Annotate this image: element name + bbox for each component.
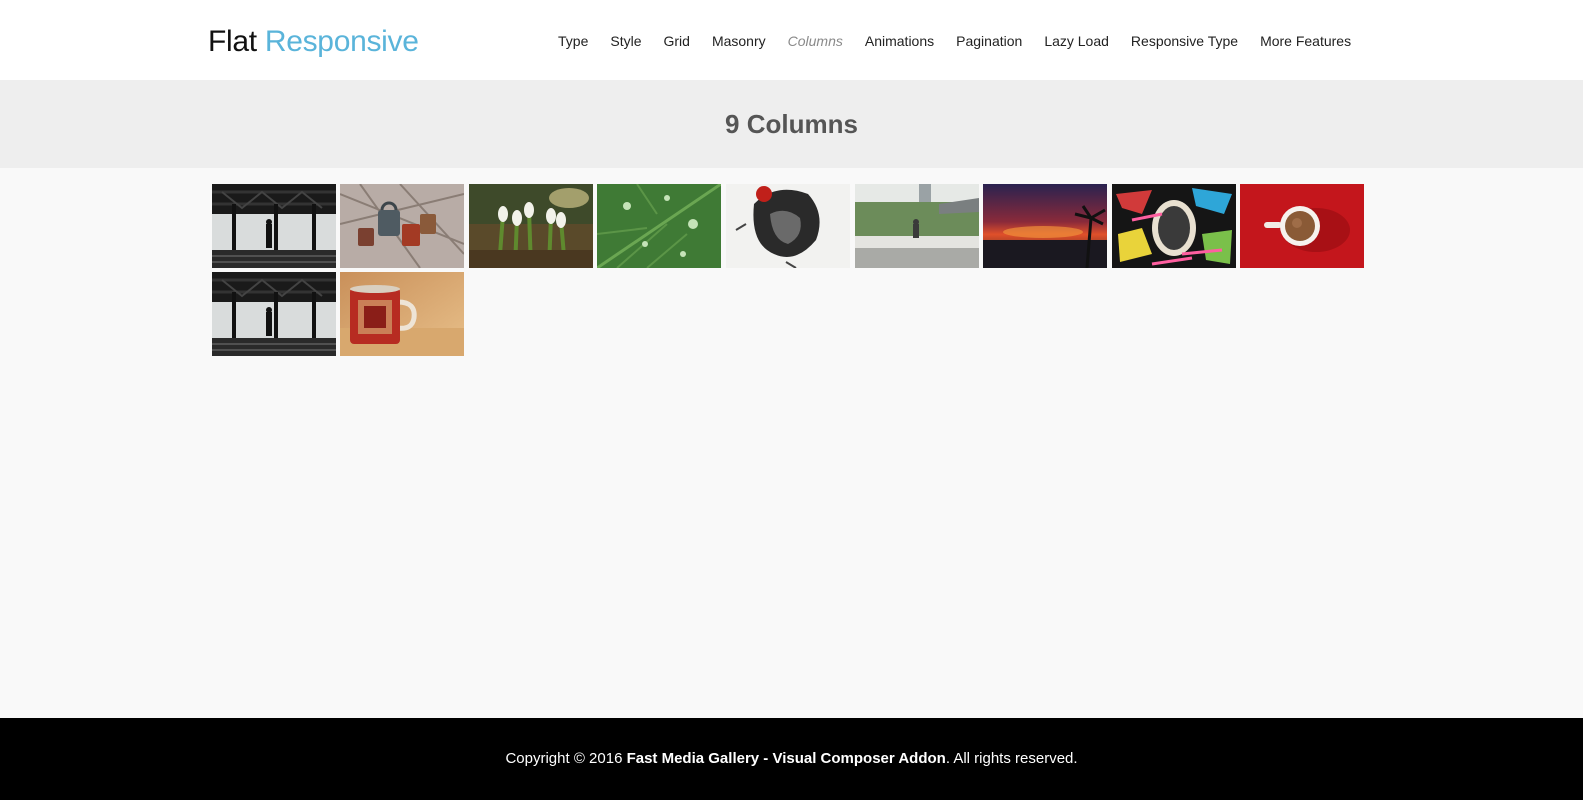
site-header: Flat Responsive Type Style Grid Masonry …: [0, 0, 1583, 80]
silhouette-window-photo: [212, 272, 336, 356]
logo-part-flat: Flat: [208, 25, 257, 58]
riverside-sitting-man-photo: [855, 184, 979, 268]
leaf-raindrops-photo: [597, 184, 721, 268]
gallery-item-sunset[interactable]: [983, 184, 1107, 268]
nav-item-grid[interactable]: Grid: [663, 31, 689, 51]
ink-portrait-photo: [726, 184, 850, 268]
copyright-text: Copyright © 2016 Fast Media Gallery - Vi…: [0, 749, 1583, 769]
copyright-suffix: . All rights reserved.: [945, 750, 1078, 767]
logo-part-responsive: Responsive: [264, 25, 419, 58]
gallery-item-red-mug[interactable]: [340, 272, 464, 356]
site-footer: Copyright © 2016 Fast Media Gallery - Vi…: [0, 718, 1583, 800]
gallery-item-ink-portrait[interactable]: [726, 184, 850, 268]
nav-item-type[interactable]: Type: [558, 31, 588, 51]
silhouette-window-photo: [212, 184, 336, 268]
nav-item-masonry[interactable]: Masonry: [712, 31, 766, 51]
nav-item-columns[interactable]: Columns: [788, 31, 843, 51]
nav-item-style[interactable]: Style: [610, 31, 641, 51]
coffee-cup-red-photo: [1240, 184, 1364, 268]
gallery-item-silhouette-window-2[interactable]: [212, 272, 336, 356]
main-nav: Type Style Grid Masonry Columns Animatio…: [558, 31, 1373, 51]
love-locks-photo: [340, 184, 464, 268]
gallery-item-leaf[interactable]: [597, 184, 721, 268]
nav-item-lazy-load[interactable]: Lazy Load: [1044, 31, 1109, 51]
copyright-product-name: Fast Media Gallery - Visual Composer Add…: [626, 750, 946, 767]
copyright-prefix: Copyright © 2016: [505, 750, 627, 767]
nav-item-pagination[interactable]: Pagination: [956, 31, 1022, 51]
snowdrop-flowers-photo: [469, 184, 593, 268]
nav-item-more-features[interactable]: More Features: [1260, 31, 1351, 51]
site-logo[interactable]: Flat Responsive: [208, 22, 419, 62]
gallery-item-riverside[interactable]: [855, 184, 979, 268]
red-mug-photo: [340, 272, 464, 356]
gallery-item-coffee-red[interactable]: [1240, 184, 1364, 268]
sunset-palm-photo: [983, 184, 1107, 268]
page-banner: 9 Columns: [0, 80, 1583, 168]
graffiti-wall-photo: [1112, 184, 1236, 268]
page-title: 9 Columns: [725, 109, 858, 139]
gallery-item-graffiti[interactable]: [1112, 184, 1236, 268]
nav-item-responsive-type[interactable]: Responsive Type: [1131, 31, 1238, 51]
gallery-item-love-locks[interactable]: [340, 184, 464, 268]
gallery-item-silhouette-window[interactable]: [212, 184, 336, 268]
gallery-item-snowdrops[interactable]: [469, 184, 593, 268]
nav-item-animations[interactable]: Animations: [865, 31, 934, 51]
